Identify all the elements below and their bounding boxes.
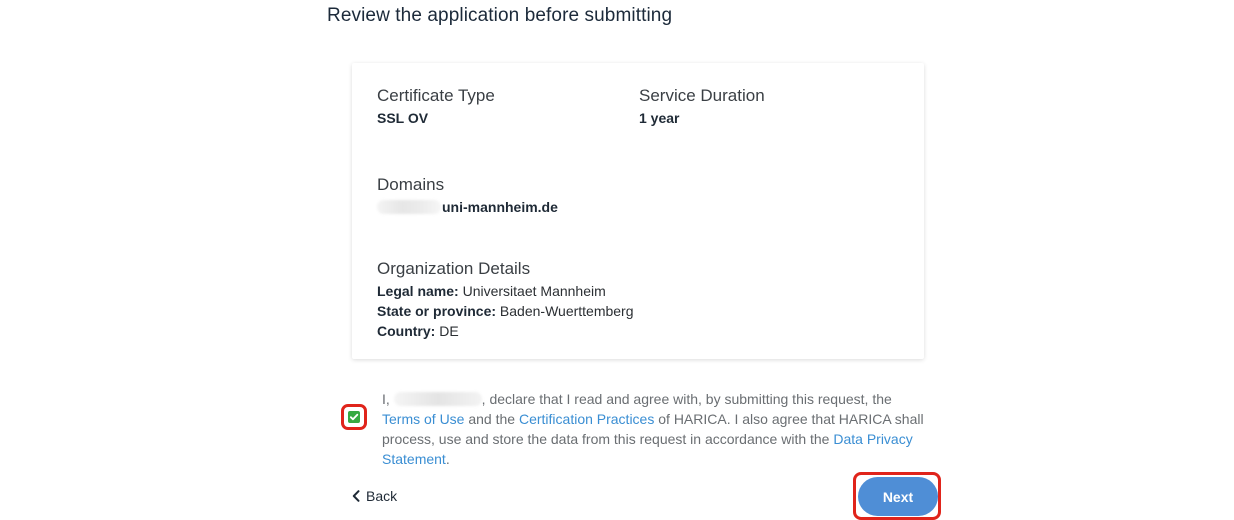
organization-details-field: Organization Details Legal name: Univers… <box>377 259 634 341</box>
chevron-left-icon <box>352 490 360 502</box>
state-value: Baden-Wuerttemberg <box>499 303 634 319</box>
consent-prefix: I, <box>382 391 390 407</box>
state-label: State or province: <box>377 303 497 319</box>
terms-of-use-link[interactable]: Terms of Use <box>382 411 464 427</box>
service-duration-field: Service Duration 1 year <box>639 86 765 127</box>
domains-label: Domains <box>377 175 445 194</box>
certification-practices-link[interactable]: Certification Practices <box>519 411 654 427</box>
consent-text-part1: , declare that I read and agree with, by… <box>481 391 892 407</box>
consent-checkbox[interactable] <box>341 404 367 430</box>
service-duration-value: 1 year <box>639 110 680 126</box>
back-button[interactable]: Back <box>352 488 397 504</box>
redacted-user-name <box>393 392 482 406</box>
page-title: Review the application before submitting <box>327 5 673 26</box>
domain-name: uni-mannheim.de <box>442 199 558 215</box>
state-row: State or province: Baden-Wuerttemberg <box>377 301 634 321</box>
review-page: Review the application before submitting… <box>0 0 1234 520</box>
legal-name-row: Legal name: Universitaet Mannheim <box>377 281 634 301</box>
service-duration-label: Service Duration <box>639 86 765 105</box>
legal-name-value: Universitaet Mannheim <box>462 283 606 299</box>
country-row: Country: DE <box>377 321 634 341</box>
consent-text-part2: and the <box>468 411 516 427</box>
domains-value: uni-mannheim.de <box>377 198 558 216</box>
domains-field: Domains uni-mannheim.de <box>377 175 558 216</box>
redacted-subdomain <box>377 200 441 214</box>
back-button-label: Back <box>366 488 398 504</box>
next-button[interactable]: Next <box>858 477 938 516</box>
consent-statement: I, , declare that I read and agree with,… <box>382 389 930 469</box>
application-summary-card: Certificate Type SSL OV Service Duration… <box>352 63 924 359</box>
checkbox-checked <box>348 411 360 423</box>
certificate-type-field: Certificate Type SSL OV <box>377 86 495 127</box>
certificate-type-label: Certificate Type <box>377 86 495 105</box>
certificate-type-value: SSL OV <box>377 110 429 126</box>
consent-suffix: . <box>445 451 450 467</box>
checkmark-icon <box>349 413 359 421</box>
legal-name-label: Legal name: <box>377 283 459 299</box>
country-value: DE <box>439 323 459 339</box>
organization-details-label: Organization Details <box>377 259 531 278</box>
country-label: Country: <box>377 323 436 339</box>
